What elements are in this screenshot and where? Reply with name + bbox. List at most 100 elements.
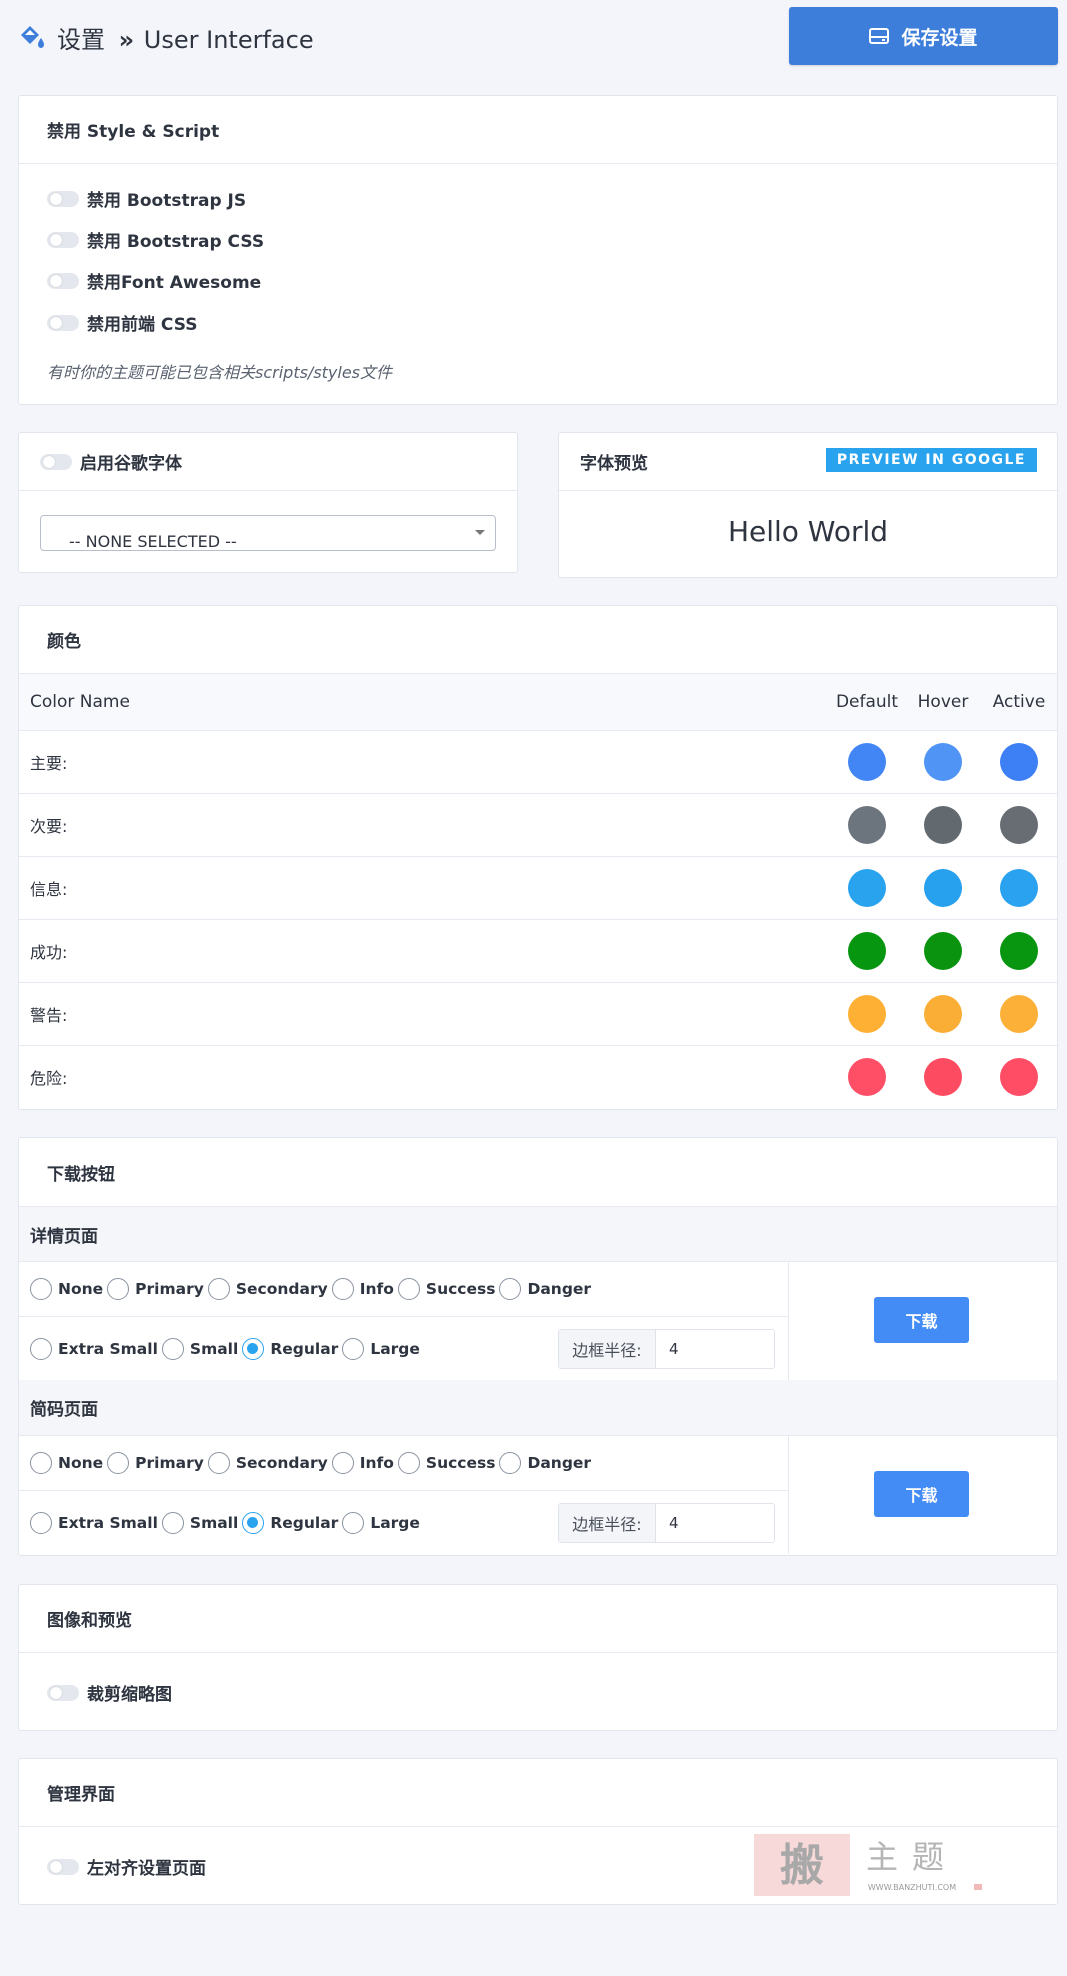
style-radio-primary[interactable]: Primary bbox=[107, 1278, 204, 1300]
save-icon bbox=[869, 28, 890, 44]
disable-bootstrap-js-row: 禁用 Bootstrap JS bbox=[47, 186, 246, 211]
radio-circle[interactable] bbox=[107, 1278, 130, 1300]
radio-label: Secondary bbox=[235, 1280, 328, 1298]
font-select[interactable]: -- NONE SELECTED -- bbox=[40, 515, 496, 551]
colors-table: Color Name Default Hover Active 主要: 次要: 信息… bbox=[19, 674, 1057, 1108]
crop-thumbnail-toggle[interactable] bbox=[47, 1684, 79, 1701]
color-swatch-hover[interactable] bbox=[924, 1057, 962, 1096]
color-swatch-default[interactable] bbox=[848, 931, 886, 970]
font-select-value: -- NONE SELECTED -- bbox=[69, 532, 237, 551]
radio-circle[interactable] bbox=[161, 1511, 184, 1534]
radio-circle[interactable] bbox=[331, 1452, 354, 1474]
breadcrumb-root[interactable]: 设置 bbox=[57, 26, 105, 54]
color-swatch-hover[interactable] bbox=[924, 805, 962, 844]
size-radio-small[interactable]: Small bbox=[161, 1511, 238, 1534]
border-radius-input[interactable]: 4 bbox=[656, 1504, 774, 1542]
size-radio-regular[interactable]: Regular bbox=[242, 1337, 338, 1360]
radio-circle[interactable] bbox=[342, 1337, 365, 1360]
color-swatch-default[interactable] bbox=[848, 868, 886, 907]
breadcrumb: 设置 » User Interface bbox=[57, 20, 314, 55]
size-radio-large[interactable]: Large bbox=[342, 1337, 420, 1360]
radio-label: Small bbox=[189, 1339, 239, 1358]
download-button[interactable]: 下载 bbox=[874, 1471, 969, 1517]
page-header: 设置 » User Interface 保存设置 bbox=[0, 0, 1067, 72]
color-cell-default bbox=[829, 919, 905, 983]
size-radio-extra-small[interactable]: Extra Small bbox=[30, 1511, 158, 1534]
google-fonts-label: 启用谷歌字体 bbox=[80, 454, 182, 474]
color-swatch-active[interactable] bbox=[1000, 994, 1038, 1033]
color-swatch-hover[interactable] bbox=[924, 742, 962, 781]
style-radio-info[interactable]: Info bbox=[331, 1452, 394, 1474]
radio-circle[interactable] bbox=[342, 1511, 365, 1534]
color-swatch-default[interactable] bbox=[848, 994, 886, 1033]
download-group-body: None Primary Secondary Info Success Danger Ext… bbox=[19, 1436, 1057, 1554]
radio-circle[interactable] bbox=[499, 1278, 522, 1300]
radio-circle[interactable] bbox=[161, 1337, 184, 1360]
radio-circle[interactable] bbox=[30, 1278, 52, 1300]
color-swatch-default[interactable] bbox=[848, 805, 886, 844]
radio-circle[interactable] bbox=[242, 1337, 265, 1360]
style-radio-danger[interactable]: Danger bbox=[499, 1278, 591, 1300]
disable-bootstrap-js-label: 禁用 Bootstrap JS bbox=[87, 191, 247, 211]
save-settings-button[interactable]: 保存设置 bbox=[789, 7, 1058, 65]
download-button[interactable]: 下载 bbox=[874, 1297, 969, 1343]
radio-circle[interactable] bbox=[30, 1452, 52, 1474]
color-cell-active bbox=[981, 856, 1057, 920]
border-radius-input[interactable]: 4 bbox=[656, 1330, 774, 1368]
radio-circle[interactable] bbox=[207, 1452, 230, 1474]
radio-circle[interactable] bbox=[242, 1511, 265, 1534]
radio-circle[interactable] bbox=[499, 1452, 522, 1474]
radio-circle[interactable] bbox=[331, 1278, 354, 1300]
color-swatch-default[interactable] bbox=[848, 1057, 886, 1096]
style-radio-danger[interactable]: Danger bbox=[499, 1452, 591, 1474]
google-fonts-toggle[interactable] bbox=[40, 453, 72, 470]
color-name: 警告: bbox=[19, 982, 829, 1046]
color-swatch-active[interactable] bbox=[1000, 742, 1038, 781]
google-fonts-card: 启用谷歌字体 -- NONE SELECTED -- bbox=[18, 432, 518, 573]
radio-circle[interactable] bbox=[107, 1452, 130, 1474]
radio-label: Primary bbox=[135, 1280, 204, 1298]
color-swatch-hover[interactable] bbox=[924, 931, 962, 970]
size-radio-small[interactable]: Small bbox=[161, 1337, 239, 1360]
radio-circle[interactable] bbox=[397, 1278, 420, 1300]
color-cell-active bbox=[981, 730, 1057, 794]
size-radio-large[interactable]: Large bbox=[342, 1511, 420, 1534]
left-align-settings-toggle[interactable] bbox=[47, 1858, 79, 1875]
color-swatch-hover[interactable] bbox=[924, 994, 962, 1033]
radio-circle[interactable] bbox=[207, 1278, 230, 1300]
crop-thumbnail-row: 裁剪缩略图 bbox=[47, 1680, 172, 1705]
download-group-body: None Primary Secondary Info Success Danger Ext… bbox=[19, 1262, 1057, 1380]
radio-circle[interactable] bbox=[30, 1511, 52, 1534]
color-swatch-active[interactable] bbox=[1000, 931, 1038, 970]
style-radio-success[interactable]: Success bbox=[397, 1452, 495, 1474]
color-cell-hover bbox=[905, 856, 981, 920]
style-radio-info[interactable]: Info bbox=[331, 1278, 394, 1300]
color-swatch-default[interactable] bbox=[848, 742, 886, 781]
download-buttons-card: 下载按钮 详情页面 None Primary Secondary Info Success… bbox=[18, 1137, 1058, 1556]
color-swatch-active[interactable] bbox=[1000, 805, 1038, 844]
color-cell-hover bbox=[905, 982, 981, 1046]
color-swatch-active[interactable] bbox=[1000, 868, 1038, 907]
preview-in-google-button[interactable]: PREVIEW IN GOOGLE bbox=[825, 448, 1037, 472]
color-swatch-hover[interactable] bbox=[924, 868, 962, 907]
disable-font-awesome-toggle[interactable] bbox=[47, 272, 79, 289]
disable-frontend-css-toggle[interactable] bbox=[47, 314, 79, 331]
disable-bootstrap-css-toggle[interactable] bbox=[47, 231, 79, 248]
style-radio-secondary[interactable]: Secondary bbox=[207, 1452, 328, 1474]
radio-circle[interactable] bbox=[397, 1452, 420, 1474]
font-preview-card: 字体预览 PREVIEW IN GOOGLE Hello World bbox=[558, 432, 1058, 578]
style-radio-primary[interactable]: Primary bbox=[107, 1452, 204, 1474]
style-radio-none[interactable]: None bbox=[30, 1278, 103, 1300]
style-radio-none[interactable]: None bbox=[30, 1452, 103, 1474]
radio-circle[interactable] bbox=[30, 1337, 52, 1360]
column-header-hover: Hover bbox=[905, 674, 981, 731]
download-group-title: 简码页面 bbox=[19, 1380, 1057, 1436]
style-radio-secondary[interactable]: Secondary bbox=[207, 1278, 328, 1300]
color-swatch-active[interactable] bbox=[1000, 1057, 1038, 1096]
color-cell-default bbox=[829, 793, 905, 857]
style-radio-success[interactable]: Success bbox=[397, 1278, 495, 1300]
size-radio-regular[interactable]: Regular bbox=[242, 1511, 338, 1534]
size-radio-extra-small[interactable]: Extra Small bbox=[30, 1337, 158, 1360]
color-row: 警告: bbox=[19, 982, 1057, 1046]
disable-bootstrap-js-toggle[interactable] bbox=[47, 190, 79, 207]
